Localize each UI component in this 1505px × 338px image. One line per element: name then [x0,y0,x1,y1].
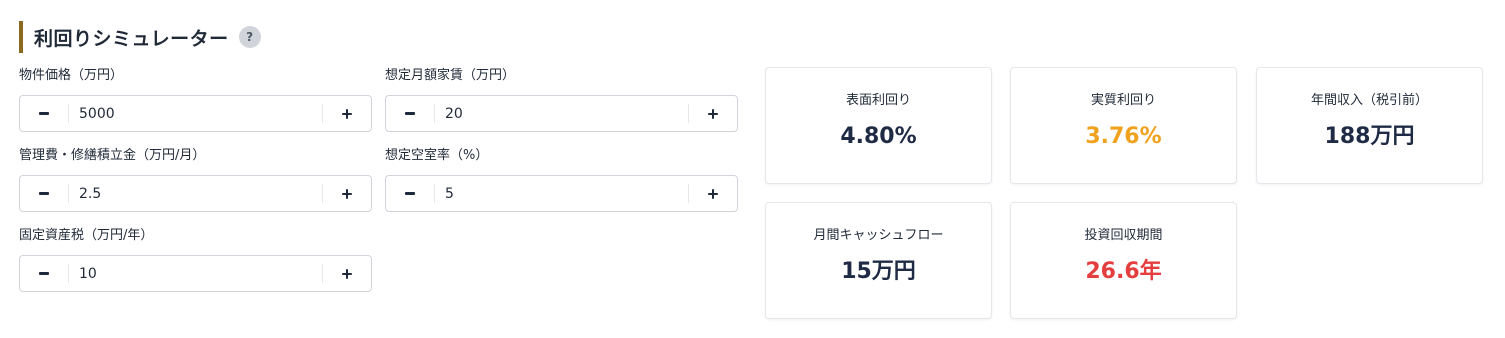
result-card-net-yield: 実質利回り 3.76% [1010,67,1237,184]
card-label: 表面利回り [845,93,911,108]
plus-icon [342,268,352,279]
result-card-gross-yield: 表面利回り 4.80% [765,67,992,184]
result-card-annual-income: 年間収入（税引前） 188万円 [1256,67,1483,184]
field-management-fee: 管理費・修繕積立金（万円/月） [19,146,372,212]
plus-icon [342,188,352,199]
decrement-button[interactable] [20,256,68,291]
increment-button[interactable] [323,256,371,291]
decrement-button[interactable] [20,96,68,131]
plus-icon [342,108,352,119]
vacancy-rate-stepper [385,175,738,212]
card-value: 15万円 [841,259,916,284]
minus-icon [39,112,49,115]
property-price-input[interactable] [69,96,322,131]
card-label: 月間キャッシュフロー [813,228,944,243]
monthly-rent-input[interactable] [435,96,688,131]
increment-button[interactable] [323,96,371,131]
decrement-button[interactable] [386,96,434,131]
decrement-button[interactable] [386,176,434,211]
increment-button[interactable] [323,176,371,211]
card-label: 実質利回り [1090,93,1156,108]
card-label: 年間収入（税引前） [1310,93,1428,108]
field-label: 管理費・修繕積立金（万円/月） [19,148,206,163]
card-value: 188万円 [1324,124,1415,149]
field-monthly-rent: 想定月額家賃（万円） [385,66,738,132]
simulator-header: 利回りシミュレーター ? [19,21,261,53]
minus-icon [39,192,49,195]
increment-button[interactable] [689,176,737,211]
management-fee-stepper [19,175,372,212]
result-card-monthly-cashflow: 月間キャッシュフロー 15万円 [765,202,992,319]
minus-icon [405,112,415,115]
field-label: 想定月額家賃（万円） [385,68,516,83]
title-accent-bar [19,21,23,53]
page-title: 利回りシミュレーター [34,27,229,50]
help-icon[interactable]: ? [238,26,261,48]
property-tax-input[interactable] [69,256,322,291]
card-value: 4.80% [840,124,917,149]
plus-icon [708,108,718,119]
field-property-price: 物件価格（万円） [19,66,372,132]
result-card-payback-period: 投資回収期間 26.6年 [1010,202,1237,319]
management-fee-input[interactable] [69,176,322,211]
plus-icon [708,188,718,199]
minus-icon [405,192,415,195]
monthly-rent-stepper [385,95,738,132]
field-label: 物件価格（万円） [19,68,124,83]
minus-icon [39,272,49,275]
card-value: 26.6年 [1085,259,1162,284]
increment-button[interactable] [689,96,737,131]
field-vacancy-rate: 想定空室率（%） [385,146,738,212]
decrement-button[interactable] [20,176,68,211]
card-value: 3.76% [1085,124,1162,149]
field-property-tax: 固定資産税（万円/年） [19,226,372,292]
vacancy-rate-input[interactable] [435,176,688,211]
property-price-stepper [19,95,372,132]
field-label: 固定資産税（万円/年） [19,228,154,243]
card-label: 投資回収期間 [1084,228,1163,243]
property-tax-stepper [19,255,372,292]
field-label: 想定空室率（%） [385,148,489,163]
